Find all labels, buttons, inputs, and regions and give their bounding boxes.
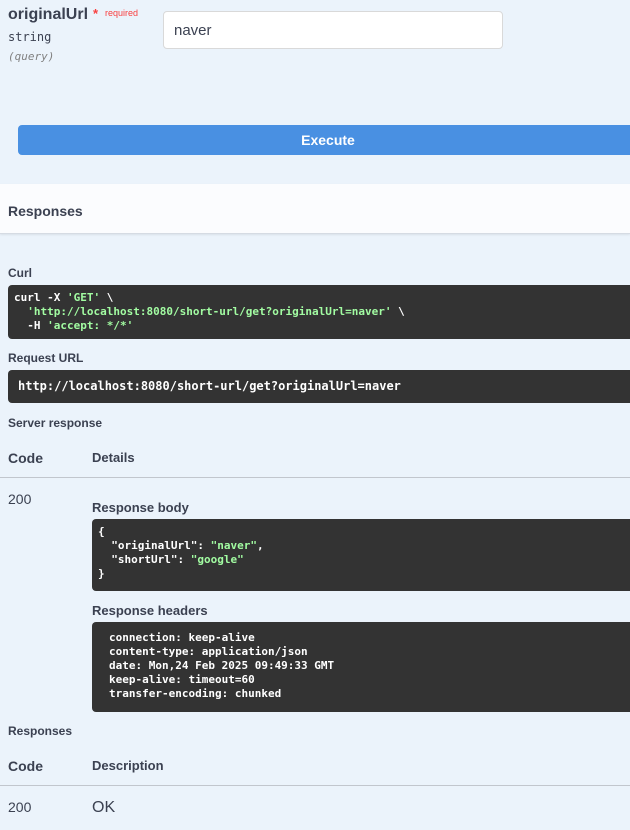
header-line: content-type: application/json xyxy=(109,645,308,658)
table-divider xyxy=(0,785,630,786)
header-line: transfer-encoding: chunked xyxy=(109,687,282,700)
curl-method: 'GET' xyxy=(66,291,101,304)
json-value-shortUrl: "google" xyxy=(190,553,244,566)
server-response-label: Server response xyxy=(8,416,103,430)
json-open-brace: { xyxy=(98,525,105,538)
required-star: * xyxy=(93,6,99,21)
responses-section-header: Responses xyxy=(0,184,630,234)
column-description: Description xyxy=(92,758,164,773)
json-separator: : xyxy=(177,553,191,566)
column-code: Code xyxy=(8,758,43,774)
parameter-type: string xyxy=(8,30,52,44)
curl-continuation: \ xyxy=(391,305,405,318)
responses-title: Responses xyxy=(8,203,83,219)
request-url-block[interactable]: http://localhost:8080/short-url/get?orig… xyxy=(8,370,630,403)
parameter-location: (query) xyxy=(8,50,55,63)
request-url-label: Request URL xyxy=(8,351,84,365)
header-line: connection: keep-alive xyxy=(109,631,255,644)
json-comma: , xyxy=(256,539,264,552)
response-headers-block[interactable]: connection: keep-alive content-type: app… xyxy=(92,622,630,712)
header-line: keep-alive: timeout=60 xyxy=(109,673,255,686)
json-close-brace: } xyxy=(98,567,105,580)
response-headers-label: Response headers xyxy=(92,603,208,618)
execute-button[interactable]: Execute xyxy=(18,125,630,155)
curl-code-block[interactable]: curl -X 'GET' \ 'http://localhost:8080/s… xyxy=(8,285,630,339)
json-key-shortUrl: "shortUrl" xyxy=(111,553,178,566)
json-value-originalUrl: "naver" xyxy=(210,539,257,552)
curl-continuation: \ xyxy=(100,291,114,304)
curl-header: 'accept: */*' xyxy=(47,319,134,332)
response-row-code: 200 xyxy=(8,799,32,815)
curl-url: 'http://localhost:8080/short-url/get?ori… xyxy=(27,305,392,318)
table-divider xyxy=(0,477,630,478)
required-label: required xyxy=(105,8,139,18)
json-separator: : xyxy=(197,539,211,552)
responses-table-label: Responses xyxy=(8,724,73,738)
parameter-name: originalUrl xyxy=(8,6,89,23)
response-body-block[interactable]: { "originalUrl": "naver", "shortUrl": "g… xyxy=(92,519,630,591)
request-url-value: http://localhost:8080/short-url/get?orig… xyxy=(18,379,401,393)
response-row-description: OK xyxy=(92,799,116,816)
json-key-originalUrl: "originalUrl" xyxy=(111,539,198,552)
response-body-label: Response body xyxy=(92,500,189,515)
curl-label: Curl xyxy=(8,266,32,280)
curl-cmd: curl -X xyxy=(14,291,67,304)
header-line: date: Mon,24 Feb 2025 09:49:33 GMT xyxy=(109,659,335,672)
response-code: 200 xyxy=(8,491,32,507)
column-details: Details xyxy=(92,450,135,465)
column-code: Code xyxy=(8,450,43,466)
original-url-input[interactable] xyxy=(163,11,503,49)
curl-header-flag: -H xyxy=(27,319,48,332)
